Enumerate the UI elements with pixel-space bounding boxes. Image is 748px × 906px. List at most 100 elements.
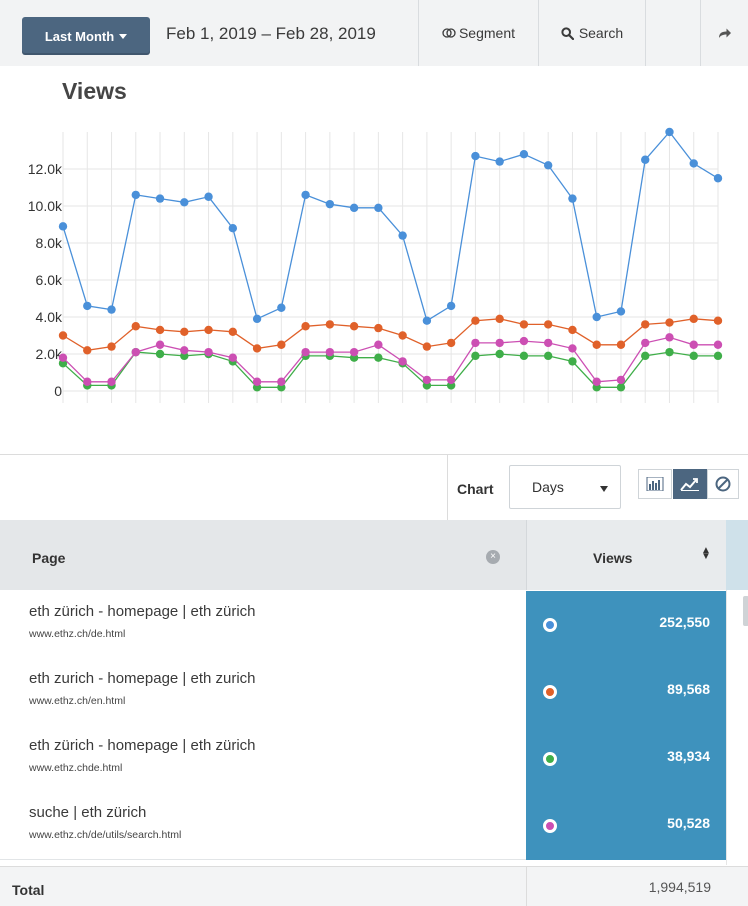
data-point [107,342,116,351]
data-point [374,340,383,349]
data-point [568,357,577,366]
data-point [83,377,92,386]
data-point [713,174,723,183]
data-point [277,377,286,386]
page-column-header[interactable]: Page [32,550,65,566]
segment-button[interactable]: Segment [419,0,538,66]
data-point [58,331,68,340]
no-chart-button[interactable] [707,469,739,499]
data-point [325,199,335,209]
data-point [471,351,480,361]
row-views-value: 50,528 [667,815,710,831]
row-page-url: www.ethz.chde.html [29,762,123,774]
table-row[interactable]: eth zurich - homepage | eth zurich www.e… [0,658,748,726]
share-button[interactable] [701,0,748,66]
row-views-cell: 89,568 [526,658,726,726]
data-point [83,301,92,311]
data-point [446,338,456,348]
data-point [204,325,213,335]
range-preset-label: Last Month [44,28,115,44]
data-point [422,342,432,351]
data-point [495,338,504,348]
total-label: Total [12,882,45,898]
row-views-cell: 50,528 [526,792,726,860]
search-button[interactable]: Search [539,0,645,66]
data-point [713,351,723,361]
views-column-label: Views [593,550,633,566]
data-point [446,375,456,385]
caret-down-icon [119,33,128,39]
data-point [543,161,553,170]
table-row[interactable]: eth zürich - homepage | eth zürich www.e… [0,725,748,793]
total-value: 1,994,519 [648,879,711,895]
data-point [131,190,140,200]
segment-icon [442,28,456,38]
row-page-url: www.ethz.ch/de.html [29,628,126,640]
data-point [83,346,92,355]
bar-chart-button[interactable] [638,469,672,499]
controls-divider [447,455,448,520]
search-label: Search [578,25,624,41]
date-range-preset-button[interactable]: Last Month [22,17,150,55]
toolbar: Last Month Feb 1, 2019 – Feb 28, 2019 Se… [0,0,748,67]
data-point [713,316,723,325]
toolbar-divider [645,0,646,66]
data-point [519,351,529,361]
data-point [398,231,407,240]
data-point [543,351,553,361]
data-point [592,312,601,322]
row-views-value: 89,568 [667,681,710,697]
data-point [665,347,674,357]
data-point [398,357,407,366]
data-point [592,340,601,349]
data-point [349,347,359,357]
y-tick-label: 12.0k [28,161,63,177]
y-tick-label: 0 [54,383,62,399]
table-scrollbar[interactable] [726,590,748,865]
table-row[interactable]: suche | eth zürich www.ethz.ch/de/utils/… [0,792,748,860]
row-page-title: eth zurich - homepage | eth zurich [29,670,256,687]
search-icon [561,26,574,40]
data-point [349,203,359,213]
y-tick-label: 2.0k [36,346,63,362]
data-point [519,320,529,329]
sort-icon: ▲ ▼ [701,545,711,562]
row-views-cell: 38,934 [526,725,726,793]
data-point [641,351,650,361]
date-range-text[interactable]: Feb 1, 2019 – Feb 28, 2019 [166,24,376,44]
data-point [155,340,165,349]
chart-controls: Chart Days [0,455,748,520]
table-row[interactable]: eth zürich - homepage | eth zürich www.e… [0,591,748,659]
data-point [616,375,626,385]
data-point [471,338,480,348]
data-point [471,151,480,161]
data-point [543,338,553,348]
granularity-select[interactable]: Days [509,465,621,509]
series-color-dot [543,685,557,699]
views-column-header[interactable]: Views ▲ ▼ [526,520,727,590]
data-point [422,375,432,385]
y-tick-label: 6.0k [36,272,63,288]
series-color-dot [543,618,557,632]
data-point [58,222,68,231]
data-point [446,301,456,311]
data-point [568,325,577,335]
series-color-dot [543,752,557,766]
row-page-url: www.ethz.ch/de/utils/search.html [29,829,182,841]
chart-panel: Views 0 2.0k 4.0k 6.0k 8.0k 10.0k 12.0k [0,66,748,455]
views-line-chart: 0 2.0k 4.0k 6.0k 8.0k 10.0k 12.0k [28,127,723,403]
data-point [616,383,626,392]
line-chart-button[interactable] [673,469,707,499]
total-divider [526,867,527,906]
data-point [58,353,68,362]
table-header: Page × Views ▲ ▼ [0,520,748,590]
data-point [301,322,310,331]
no-chart-icon [715,476,731,492]
data-point [131,347,140,357]
scrollbar-thumb[interactable] [743,596,748,626]
data-point [592,377,601,386]
y-tick-label: 10.0k [28,198,63,214]
data-point [252,377,262,386]
data-point [495,349,504,359]
clear-column-icon[interactable]: × [486,550,500,564]
